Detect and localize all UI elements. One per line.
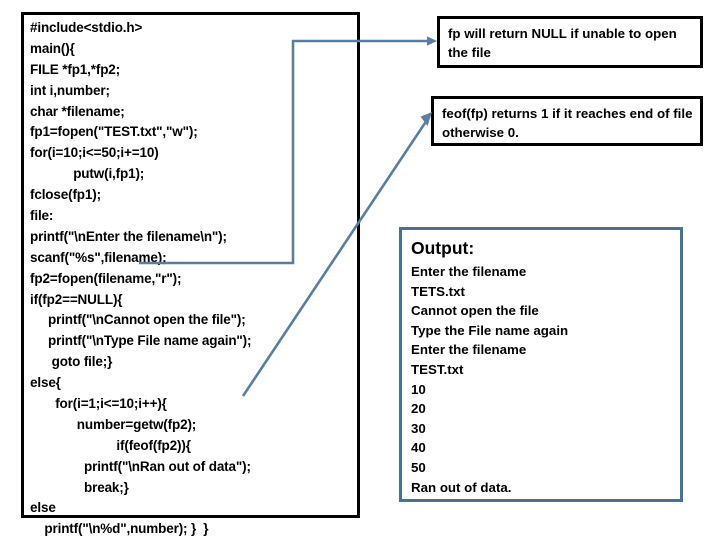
callout-feof-text: feof(fp) returns 1 if it reaches end of … [442,106,693,140]
callout-feof-note: feof(fp) returns 1 if it reaches end of … [431,96,703,146]
code-line: scanf("%s",filename); [30,249,167,265]
output-line: 50 [411,459,426,475]
code-line: for(i=10;i<=50;i+=10) [30,145,159,161]
output-line: Cannot open the file [411,303,539,319]
code-line: goto file;} [30,354,113,370]
code-line: printf("\n%d",number); } } [30,521,209,537]
code-line: #include<stdio.h> [30,20,143,35]
code-line: printf("\nType File name again"); [30,333,252,349]
callout-null-note: fp will return NULL if unable to open th… [437,16,703,68]
code-line: else{ [30,375,61,391]
code-line: printf("\nCannot open the file"); [30,312,246,328]
code-line: file: [30,208,54,224]
output-line: TEST.txt [411,361,464,377]
code-line: char *filename; [30,103,125,119]
code-listing-box: #include<stdio.h> main(){ FILE *fp1,*fp2; i… [21,12,360,536]
code-line: fclose(fp1); [30,187,101,203]
code-line: if(fp2==NULL){ [30,291,123,307]
code-line: fp1=fopen("TEST.txt","w"); [30,124,198,140]
code-line: printf("\nEnter the filename\n"); [30,228,227,244]
output-lines: Enter the filename TETS.txt Cannot open th… [411,262,672,497]
output-line: Enter the filename [411,264,527,279]
output-title: Output: [411,238,475,258]
code-line: printf("\nRan out of data"); [30,458,251,474]
output-line: Enter the filename [411,342,527,358]
code-line: if(feof(fp2)){ [30,437,191,453]
code-line: for(i=1;i<=10;i++){ [30,396,167,412]
callout-null-text: fp will return NULL if unable to open th… [448,26,677,60]
code-line: main(){ [30,40,75,56]
output-line: TETS.txt [411,283,465,299]
code-line: putw(i,fp1); [30,166,145,182]
code-line: fp2=fopen(filename,"r"); [30,270,182,286]
output-line: 10 [411,381,426,397]
connector-null-arrowhead [427,36,437,46]
code-lines: #include<stdio.h> main(){ FILE *fp1,*fp2; i… [30,18,355,540]
output-line: 30 [411,420,426,436]
output-line: 40 [411,440,426,456]
code-line: number=getw(fp2); [30,416,197,432]
code-line: FILE *fp1,*fp2; [30,61,121,77]
output-line: Ran out of data. [411,479,512,495]
output-line: Type the File name again [411,322,569,338]
output-panel: Output: Enter the filename TETS.txt Cannot… [399,227,683,502]
output-line: 20 [411,401,426,417]
slide-canvas: #include<stdio.h> main(){ FILE *fp1,*fp2; i… [0,0,720,540]
code-line: break;} [30,479,129,495]
code-line: int i,number; [30,82,110,98]
code-line: else [30,500,56,516]
